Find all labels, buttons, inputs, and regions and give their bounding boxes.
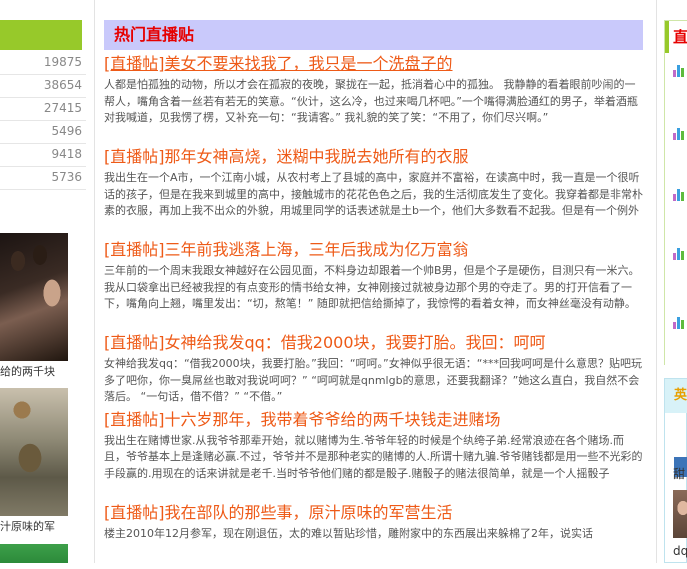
thumbnail-image[interactable]	[0, 544, 68, 563]
feature-thumbnail[interactable]	[673, 490, 687, 538]
count-row: 9418	[0, 144, 86, 167]
bar-chart-icon	[673, 128, 686, 140]
bar-chart-icon	[673, 189, 686, 201]
post-list: [直播帖]美女不要来找我了，我只是一个洗盘子的 人都是怕孤独的动物，所以才会在孤…	[104, 53, 644, 569]
thumbnail-image[interactable]	[0, 388, 68, 516]
left-header-bar	[0, 20, 82, 50]
post-item: [直播帖]女神给我发qq：借我2000块，我要打胎。我回：呵呵 女神给我发qq：…	[104, 332, 644, 406]
post-summary: 人都是怕孤独的动物，所以才会在孤寂的夜晚，聚拢在一起，抵消着心中的孤独。 我静静…	[104, 78, 638, 124]
count-row: 5736	[0, 167, 86, 190]
bar-chart-icon	[673, 65, 686, 77]
left-column: 19875 38654 27415 5496 9418 5736 给的两千块 汁…	[0, 0, 88, 563]
count-row: 5496	[0, 121, 86, 144]
count-row: 27415	[0, 98, 86, 121]
post-title-link[interactable]: [直播帖]那年女神高烧，迷糊中我脱去她所有的衣服	[104, 146, 644, 168]
section-title: 热门直播贴	[104, 20, 643, 50]
count-row: 38654	[0, 75, 86, 98]
post-item: [直播帖]三年前我逃落上海，三年后我成为亿万富翁 三年前的一个周末我跟女神越好在…	[104, 239, 644, 329]
count-list: 19875 38654 27415 5496 9418 5736	[0, 52, 86, 190]
right-feature-title: 英	[665, 379, 687, 413]
thumbnail-image[interactable]	[0, 233, 68, 361]
post-title-link[interactable]: [直播帖]三年前我逃落上海，三年后我成为亿万富翁	[104, 239, 644, 261]
post-title-link[interactable]: [直播帖]十六岁那年，我带着爷爷给的两千块钱走进赌场	[104, 409, 644, 431]
post-title-link[interactable]: [直播帖]我在部队的那些事，原汁原味的军营生活	[104, 502, 644, 524]
post-summary: 女神给我发qq：“借我2000块，我要打胎。”我回：“呵呵。”女神似乎很无语：“…	[104, 357, 642, 403]
post-summary: 楼主2010年12月参军，现在刚退伍，太的难以暂贴珍惜，雕附家中的东西展出来躲棉…	[104, 526, 593, 540]
right-column: 直 英 甜 dq	[664, 0, 687, 563]
feature-caption[interactable]: 甜	[673, 465, 687, 482]
column-divider	[94, 0, 95, 563]
post-summary: 我出生在一个A市，一个江南小城，从农村考上了县城的高中，家庭并不富裕，在读高中时…	[104, 171, 643, 217]
post-item: [直播帖]那年女神高烧，迷糊中我脱去她所有的衣服 我出生在一个A市，一个江南小城…	[104, 146, 644, 236]
post-title-link[interactable]: [直播帖]女神给我发qq：借我2000块，我要打胎。我回：呵呵	[104, 332, 644, 354]
post-item: [直播帖]十六岁那年，我带着爷爷给的两千块钱走进赌场 我出生在赌博世家.从我爷爷…	[104, 409, 644, 499]
post-summary: 我出生在赌博世家.从我爷爷那辈开始，就以赌博为生.爷爷年轻的时候是个纨绔子弟.经…	[104, 433, 643, 480]
post-item: [直播帖]我在部队的那些事，原汁原味的军营生活 楼主2010年12月参军，现在刚…	[104, 502, 644, 566]
thumbnail-caption[interactable]: 给的两千块	[0, 363, 55, 379]
column-divider	[656, 0, 657, 563]
bar-chart-icon	[673, 317, 686, 329]
bar-chart-icon	[673, 248, 686, 260]
feature-caption[interactable]: dq	[673, 544, 687, 558]
thumbnail-caption[interactable]: 汁原味的军	[0, 518, 55, 534]
right-ranking-box: 直	[664, 20, 687, 365]
post-item: [直播帖]美女不要来找我了，我只是一个洗盘子的 人都是怕孤独的动物，所以才会在孤…	[104, 53, 644, 143]
post-summary: 三年前的一个周末我跟女神越好在公园见面，不料身边却跟着一个帅B男，但是个子是硬伤…	[104, 264, 640, 310]
right-header-accent	[665, 21, 669, 53]
post-title-link[interactable]: [直播帖]美女不要来找我了，我只是一个洗盘子的	[104, 53, 644, 75]
count-row: 19875	[0, 52, 86, 75]
